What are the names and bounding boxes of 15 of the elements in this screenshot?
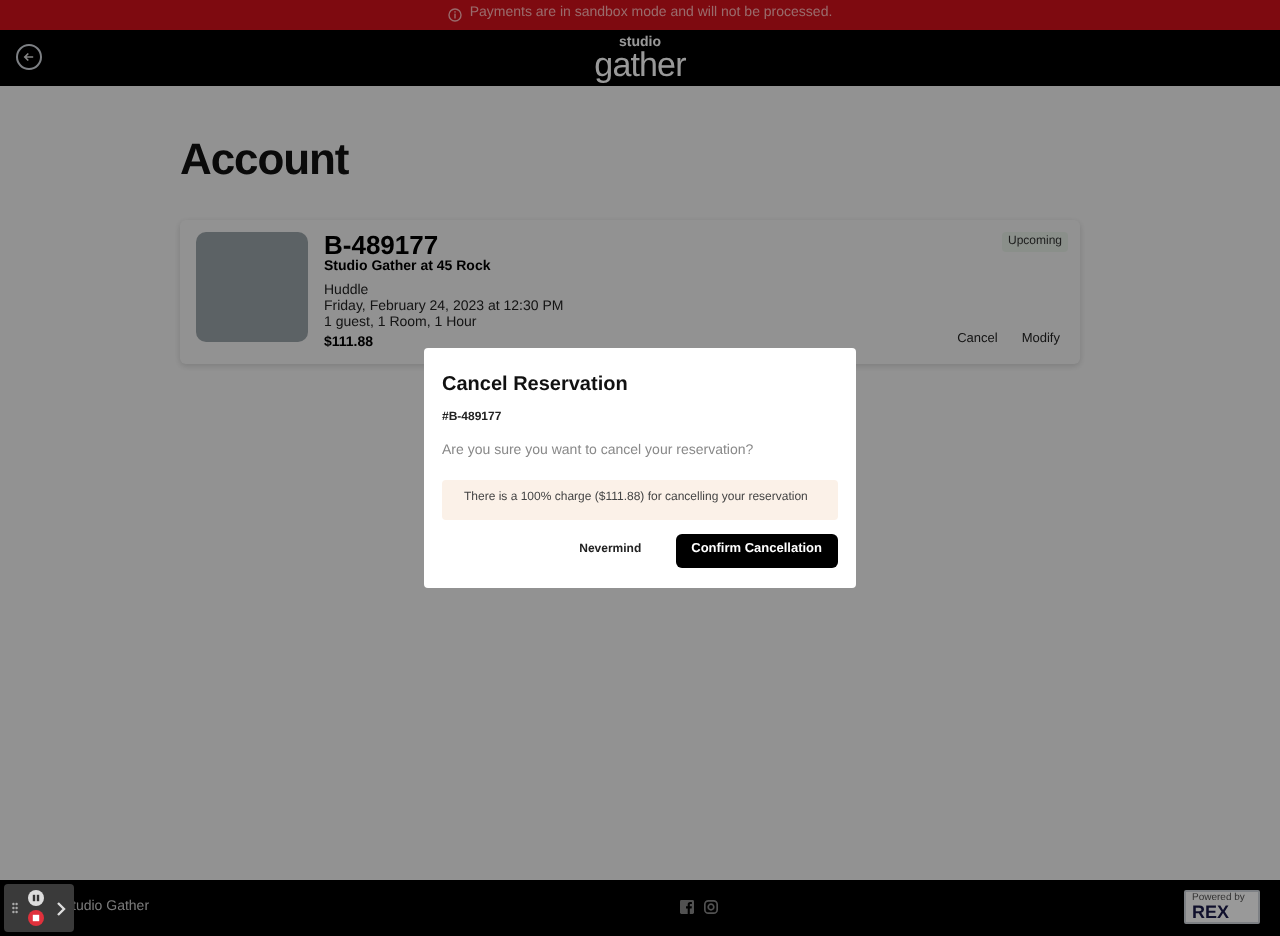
back-button[interactable] — [16, 44, 42, 70]
facebook-icon[interactable] — [680, 900, 694, 914]
info-icon — [447, 8, 462, 22]
page-title: Account — [180, 132, 351, 188]
logo-text: REX — [1192, 903, 1232, 921]
instagram-icon[interactable] — [704, 900, 718, 914]
logo-wordmark: gather — [594, 47, 686, 81]
photo-placeholder — [196, 232, 308, 342]
dialog-title: Cancel Reservation — [442, 372, 630, 400]
reservation-code: B-489177 — [324, 232, 441, 260]
pause-icon[interactable] — [28, 890, 44, 906]
stop-icon[interactable] — [28, 910, 44, 926]
chevron-right-icon[interactable] — [56, 901, 66, 915]
drag-handle-icon[interactable] — [12, 902, 18, 914]
back-arrow-icon — [22, 50, 36, 64]
